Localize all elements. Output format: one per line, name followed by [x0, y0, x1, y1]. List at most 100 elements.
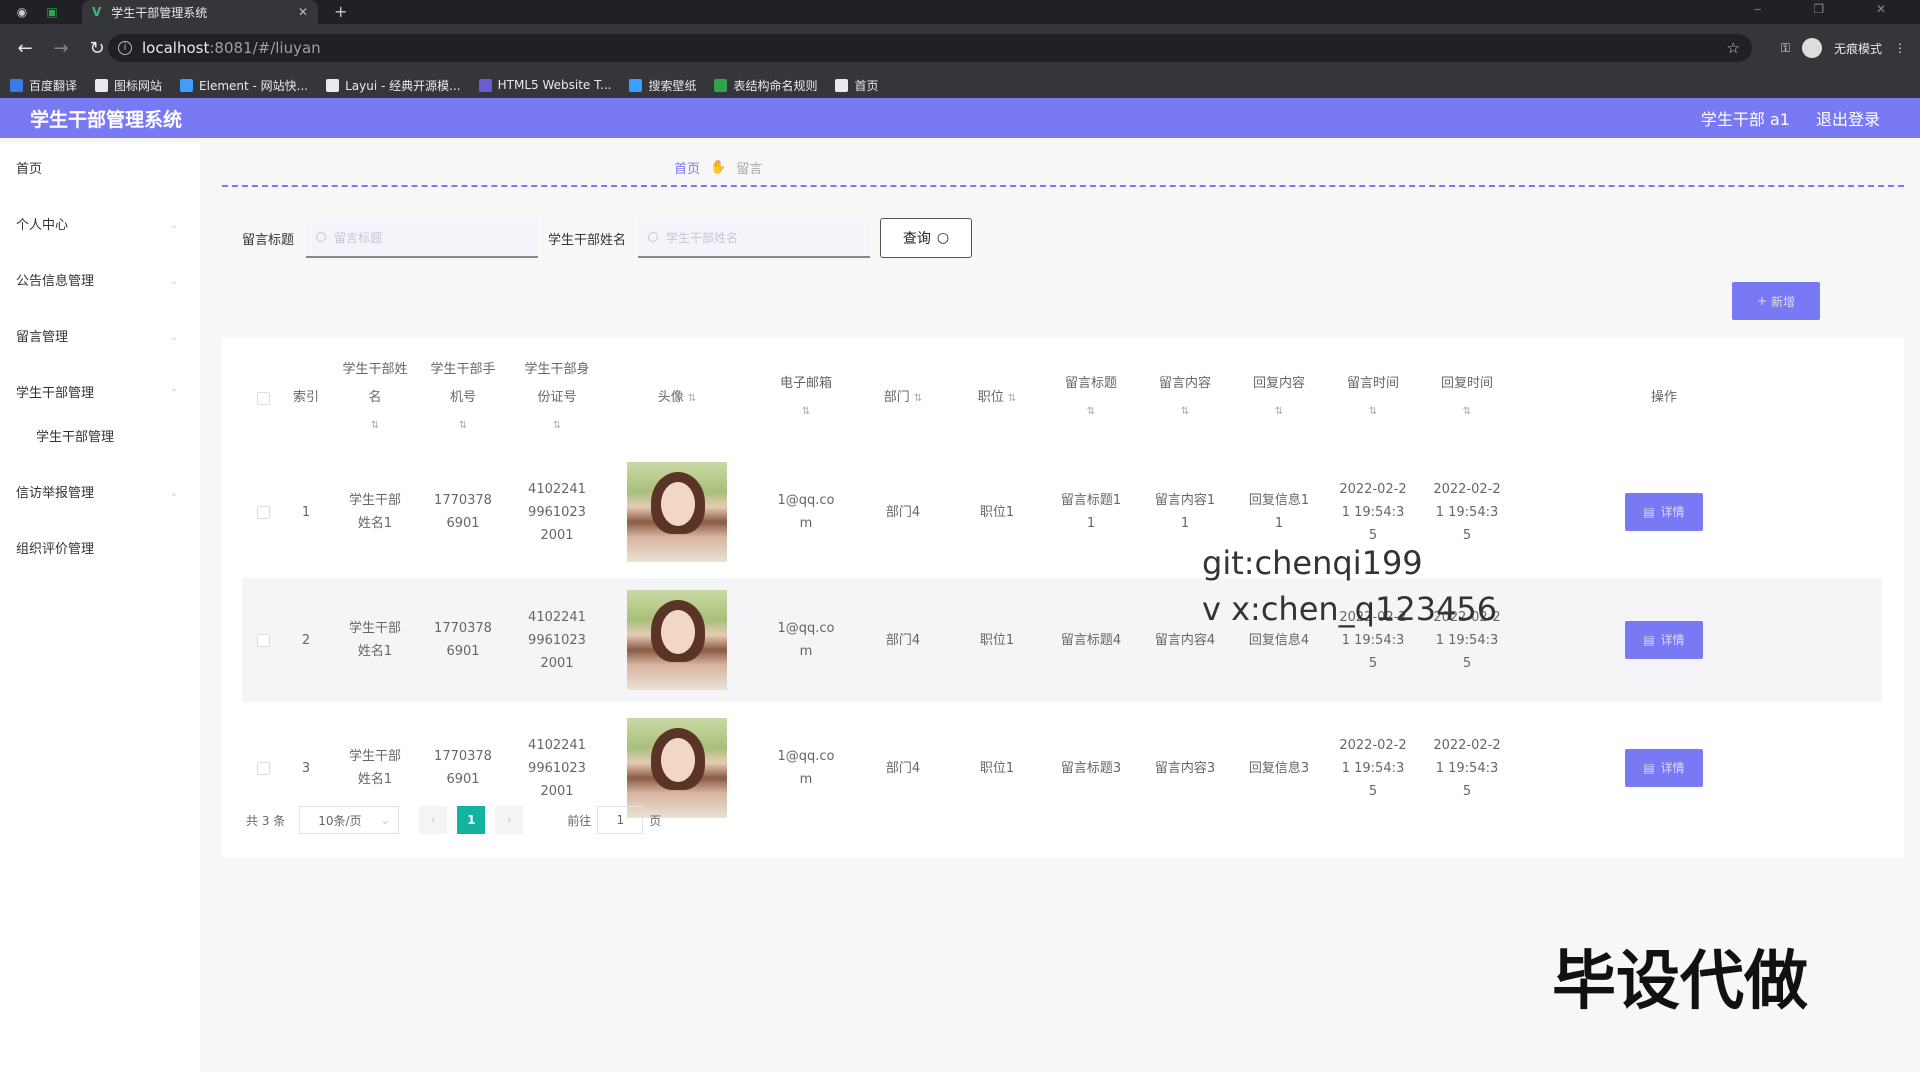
detail-button[interactable]: ▤ 详情	[1625, 749, 1703, 787]
goto-page-input[interactable]: 1	[597, 806, 644, 834]
sidebar-item[interactable]: 个人中心 ⌄	[0, 198, 200, 254]
cell-phone: 17703786901	[434, 493, 492, 531]
logout-link[interactable]: 退出登录	[1816, 106, 1880, 130]
col-avatar[interactable]: 头像 ⇅	[602, 346, 752, 450]
total-count: 共 3 条	[246, 813, 286, 828]
detail-button[interactable]: ▤ 详情	[1625, 493, 1703, 531]
back-icon[interactable]: ←	[14, 38, 36, 59]
sidebar-item[interactable]: 公告信息管理 ⌄	[0, 254, 200, 310]
name-search-input[interactable]: 学生干部姓名	[638, 218, 871, 258]
col-email[interactable]: 电子邮箱 ⇅	[756, 346, 856, 450]
cell-title: 留言标题4	[1060, 632, 1122, 648]
cell-index: 1	[301, 504, 311, 520]
breadcrumb-current: 留言	[736, 162, 763, 177]
cell-title: 留言标题11	[1060, 493, 1122, 531]
goto-suffix: 页	[649, 813, 662, 828]
sort-icon: ⇅	[1274, 406, 1284, 417]
bookmark-icon	[326, 78, 340, 92]
bookmark-label: Layui - 经典开源模...	[345, 78, 461, 93]
name-placeholder: 学生干部姓名	[666, 230, 739, 245]
bookmark-star-icon[interactable]: ☆	[1727, 39, 1740, 57]
sidebar: 首页 个人中心 ⌄ 公告信息管理 ⌄ 留言管理 ⌄ 学生干部管理 ⌃ 学生干部管理 信访举报管理 ⌄ 组…	[0, 142, 200, 1072]
col-dept[interactable]: 部门 ⇅	[856, 346, 950, 450]
col-phone[interactable]: 学生干部手机号 ⇅	[422, 346, 504, 450]
query-label: 查询	[902, 231, 931, 247]
col-title[interactable]: 留言标题 ⇅	[1044, 346, 1138, 450]
page-size-select[interactable]: 10条/页 ⌄	[299, 806, 400, 834]
cell-rtime: 2022-02-21 19:54:35	[1433, 737, 1501, 799]
goto-label: 前往	[567, 813, 592, 828]
menu-dots-icon[interactable]: ⋮	[1894, 41, 1906, 55]
new-tab-icon[interactable]: +	[334, 2, 347, 21]
bookmark-icon	[10, 78, 23, 92]
cell-avatar	[602, 450, 752, 574]
bookmark-item[interactable]: 图标网站	[95, 77, 162, 94]
sidebar-item-label: 个人中心	[16, 218, 69, 233]
key-icon[interactable]: ⚿	[1781, 41, 1790, 56]
sort-icon: ⇅	[1462, 406, 1472, 417]
query-button[interactable]: 查询 ○	[880, 218, 973, 258]
detail-button[interactable]: ▤ 详情	[1625, 621, 1703, 659]
col-id[interactable]: 学生干部身份证号 ⇅	[512, 346, 602, 450]
col-content[interactable]: 留言内容 ⇅	[1138, 346, 1232, 450]
cell-dept: 部门4	[885, 632, 921, 648]
add-label: 新增	[1771, 294, 1796, 309]
table-header: 索引 学生干部姓名 ⇅ 学生干部手机号 ⇅ 学生干部身份证号 ⇅ 头像 ⇅ 电子邮箱 ⇅…	[242, 346, 1882, 450]
col-rtime[interactable]: 回复时间 ⇅	[1420, 346, 1514, 450]
sidebar-item[interactable]: 组织评价管理	[0, 522, 200, 578]
sidebar-item[interactable]: 学生干部管理	[0, 422, 200, 466]
info-icon[interactable]: i	[118, 41, 132, 55]
page-1-button[interactable]: 1	[457, 806, 486, 834]
watermark-line1: git:chenqi199	[1202, 544, 1423, 582]
col-position[interactable]: 职位 ⇅	[950, 346, 1044, 450]
prev-page-button[interactable]: ‹	[419, 806, 448, 834]
bookmark-label: 搜索壁纸	[648, 78, 697, 93]
close-tab-icon[interactable]: ✕	[298, 5, 308, 19]
sort-icon: ⇅	[370, 420, 380, 431]
next-page-button[interactable]: ›	[495, 806, 524, 834]
cell-id: 410224199610232001	[528, 481, 586, 543]
sort-icon: ⇅	[687, 392, 697, 404]
url-input[interactable]: i localhost:8081/#/liuyan ☆	[108, 34, 1752, 62]
bookmark-item[interactable]: HTML5 Website T...	[478, 78, 611, 92]
window-controls[interactable]: ‒ ❐ ✕	[1754, 2, 1910, 16]
col-time[interactable]: 留言时间 ⇅	[1326, 346, 1420, 450]
cell-dept: 部门4	[885, 504, 921, 520]
bookmark-item[interactable]: Element - 网站快...	[180, 77, 308, 94]
col-name[interactable]: 学生干部姓名 ⇅	[334, 346, 416, 450]
title-search-input[interactable]: 留言标题	[306, 218, 539, 258]
name-label: 学生干部姓名	[548, 232, 627, 248]
col-reply[interactable]: 回复内容 ⇅	[1232, 346, 1326, 450]
cell-position: 职位1	[979, 760, 1015, 776]
bookmark-item[interactable]: 表结构命名规则	[714, 77, 817, 94]
add-button[interactable]: + 新增	[1732, 282, 1820, 320]
data-table: 索引 学生干部姓名 ⇅ 学生干部手机号 ⇅ 学生干部身份证号 ⇅ 头像 ⇅ 电子邮箱 ⇅…	[222, 338, 1904, 858]
sidebar-item[interactable]: 首页	[0, 142, 200, 198]
sidebar-item[interactable]: 学生干部管理 ⌃	[0, 366, 200, 422]
cell-avatar	[602, 578, 752, 702]
breadcrumb-home[interactable]: 首页	[674, 158, 700, 177]
bookmark-item[interactable]: 搜索壁纸	[629, 77, 696, 94]
forward-icon[interactable]: →	[50, 38, 72, 59]
row-checkbox[interactable]	[242, 578, 284, 702]
bookmark-item[interactable]: 百度翻译	[10, 77, 77, 94]
avatar	[627, 462, 727, 562]
incognito-icon	[1801, 38, 1822, 58]
row-checkbox[interactable]	[242, 450, 284, 574]
chevron-icon: ⌃	[169, 388, 178, 399]
reload-icon[interactable]: ↻	[86, 38, 108, 59]
bookmark-item[interactable]: 首页	[835, 77, 879, 94]
watermark-line2: v x:chen_q123456	[1202, 590, 1498, 628]
browser-titlebar: ◉ ▣ V 学生干部管理系统 ✕ + ‒ ❐ ✕	[0, 0, 1920, 24]
select-all-checkbox[interactable]	[242, 346, 284, 450]
sidebar-item[interactable]: 信访举报管理 ⌄	[0, 466, 200, 522]
app-header: 学生干部管理系统 学生干部 a1 退出登录	[0, 98, 1920, 138]
sort-icon: ⇅	[1007, 392, 1017, 404]
bookmark-label: Element - 网站快...	[199, 78, 309, 93]
divider	[222, 185, 1904, 187]
browser-tab[interactable]: V 学生干部管理系统 ✕	[82, 0, 318, 24]
watermark-text: git:chenqi199 v x:chen_q123456	[1202, 540, 1497, 632]
sidebar-item[interactable]: 留言管理 ⌄	[0, 310, 200, 366]
bookmark-icon	[95, 78, 109, 92]
bookmark-item[interactable]: Layui - 经典开源模...	[326, 77, 461, 94]
